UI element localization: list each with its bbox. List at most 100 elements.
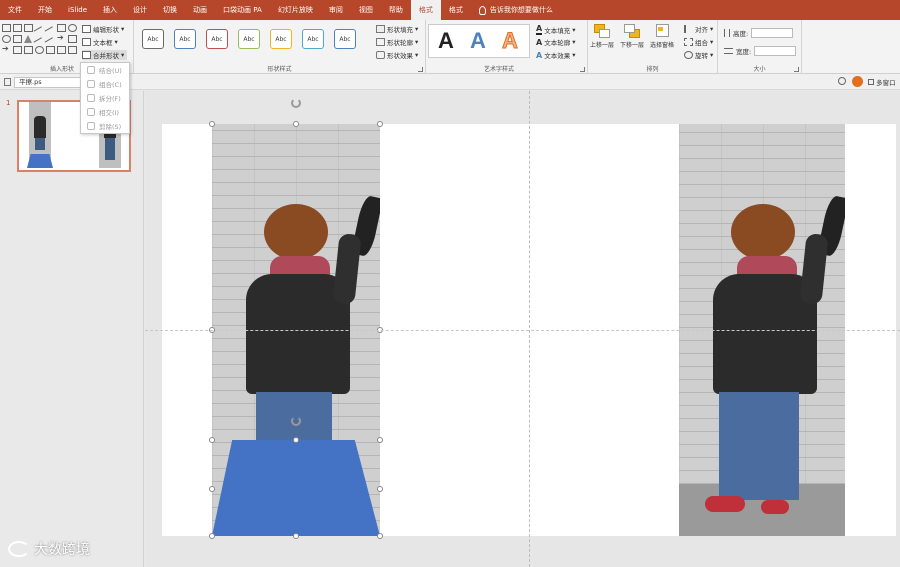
resize-handle[interactable] <box>377 533 383 539</box>
line-shape-icon[interactable] <box>44 26 57 38</box>
merge-menu-item-2[interactable]: 组合(C) <box>81 77 129 91</box>
tab-11[interactable]: 帮助 <box>381 0 411 20</box>
tab-3[interactable]: 插入 <box>95 0 125 20</box>
align-button[interactable]: 对齐 ▾ <box>684 24 713 34</box>
selection-pane-button[interactable]: 选择窗格 <box>650 24 674 49</box>
resize-handle[interactable] <box>377 437 383 443</box>
oval-shape-icon[interactable] <box>68 24 77 32</box>
group-label-arrange: 排列 <box>646 66 659 73</box>
shape-outline-button[interactable]: 形状轮廓 ▾ <box>376 37 418 47</box>
settings-gear-icon[interactable] <box>852 76 863 87</box>
multi-window-button[interactable]: 多窗口 <box>868 77 896 87</box>
merge-menu-label: 剪除(S) <box>99 123 122 131</box>
tab-5[interactable]: 切换 <box>155 0 185 20</box>
dialog-launcher-icon[interactable] <box>580 67 585 72</box>
dialog-launcher-icon[interactable] <box>794 67 799 72</box>
child-hair <box>731 204 795 260</box>
textbox-shape-icon[interactable] <box>13 24 22 32</box>
send-backward-label: 下移一层 <box>620 42 645 49</box>
text-fill-button[interactable]: A 文本填充 ▾ <box>536 24 575 35</box>
shape-style-preset-7[interactable]: Abc <box>334 29 356 49</box>
shape-fill-label: 形状填充 <box>387 26 413 34</box>
merge-option-icon <box>87 122 95 130</box>
merge-shapes-button[interactable]: 合并形状 ▾ <box>82 50 128 60</box>
resize-handle[interactable] <box>293 437 299 443</box>
search-icon[interactable] <box>838 77 846 85</box>
rectangle-shape-icon[interactable] <box>57 24 66 32</box>
resize-handle[interactable] <box>293 533 299 539</box>
shape-fill-button[interactable]: 形状填充 ▾ <box>376 24 418 34</box>
trapezoid-shape[interactable] <box>212 440 380 536</box>
rotate-handle-icon[interactable] <box>291 416 301 426</box>
shape-style-preset-1[interactable]: Abc <box>142 29 164 49</box>
wordart-style-orange[interactable]: A <box>496 26 524 56</box>
selector-dropdown[interactable]: 平擦.ps <box>14 77 84 88</box>
shape-effects-button[interactable]: 形状效果 ▾ <box>376 50 418 60</box>
shape-gallery[interactable] <box>2 24 77 56</box>
tab-6[interactable]: 动画 <box>185 0 215 20</box>
resize-handle[interactable] <box>377 121 383 127</box>
doc-icon <box>4 78 11 86</box>
shape-style-preset-4[interactable]: Abc <box>238 29 260 49</box>
tab-8[interactable]: 幻灯片放映 <box>270 0 321 20</box>
merge-menu-item-4[interactable]: 相交(I) <box>81 105 129 119</box>
send-backward-button[interactable]: 下移一层 <box>620 24 644 49</box>
send-backward-icon <box>624 24 640 38</box>
triangle-shape-icon[interactable] <box>24 35 32 43</box>
oval-shape-icon[interactable] <box>2 35 11 43</box>
tab-7[interactable]: 口袋动画 PA <box>215 0 270 20</box>
shape-style-preset-6[interactable]: Abc <box>302 29 324 49</box>
rectangle-shape-icon[interactable] <box>24 46 33 54</box>
rectangle-shape-icon[interactable] <box>13 46 22 54</box>
shape-style-preset-3[interactable]: Abc <box>206 29 228 49</box>
edit-shape-label: 编辑形状 <box>93 26 119 34</box>
tab-13[interactable]: 格式 <box>441 0 471 20</box>
dialog-launcher-icon[interactable] <box>418 67 423 72</box>
resize-handle[interactable] <box>293 121 299 127</box>
line-shape-icon[interactable] <box>33 26 46 38</box>
merge-menu-item-1[interactable]: 结合(U) <box>81 63 129 77</box>
resize-handle[interactable] <box>209 533 215 539</box>
rectangle-shape-icon[interactable] <box>24 24 33 32</box>
tab-1[interactable]: 开始 <box>30 0 60 20</box>
width-input[interactable] <box>754 46 797 56</box>
rectangle-shape-icon[interactable] <box>13 35 22 43</box>
bring-forward-button[interactable]: 上移一层 <box>590 24 614 49</box>
merge-option-icon <box>87 66 95 74</box>
height-input[interactable] <box>751 28 794 38</box>
tab-4[interactable]: 设计 <box>125 0 155 20</box>
shape-style-preset-2[interactable]: Abc <box>174 29 196 49</box>
vertical-guide[interactable] <box>529 91 530 567</box>
merge-menu-item-3[interactable]: 拆分(F) <box>81 91 129 105</box>
tab-0[interactable]: 文件 <box>0 0 30 20</box>
tab-12[interactable]: 格式 <box>410 0 441 20</box>
horizontal-guide[interactable] <box>145 330 900 331</box>
rotate-handle-icon[interactable] <box>291 98 301 108</box>
arrow-shape-icon[interactable] <box>57 33 66 43</box>
rectangle-shape-icon[interactable] <box>57 46 66 54</box>
rectangle-shape-icon[interactable] <box>2 24 11 32</box>
merge-menu-item-5[interactable]: 剪除(S) <box>81 119 129 133</box>
child-hair <box>264 204 328 260</box>
resize-handle[interactable] <box>377 486 383 492</box>
shape-style-preset-5[interactable]: Abc <box>270 29 292 49</box>
text-outline-label: 文本轮廓 <box>544 39 571 47</box>
resize-handle[interactable] <box>209 486 215 492</box>
edit-shape-button[interactable]: 编辑形状 ▾ <box>82 24 124 34</box>
tab-2[interactable]: iSlide <box>60 0 95 20</box>
rectangle-shape-icon[interactable] <box>68 35 77 43</box>
text-outline-button[interactable]: A 文本轮廓 ▾ <box>536 37 575 48</box>
more-shapes-icon[interactable] <box>68 46 77 54</box>
tab-10[interactable]: 视图 <box>351 0 381 20</box>
wordart-style-plain[interactable]: A <box>432 26 460 56</box>
tab-9[interactable]: 审阅 <box>321 0 351 20</box>
resize-handle[interactable] <box>209 121 215 127</box>
rotate-button[interactable]: 旋转 ▾ <box>684 50 713 60</box>
arrow-shape-icon[interactable] <box>2 44 11 54</box>
text-effects-button[interactable]: A 文本效果 ▾ <box>536 50 575 61</box>
text-box-button[interactable]: 文本框 ▾ <box>82 37 118 47</box>
wordart-style-blue[interactable]: A <box>464 26 492 56</box>
resize-handle[interactable] <box>209 437 215 443</box>
tell-me-search[interactable]: 告诉我你想要做什么 <box>478 5 553 15</box>
group-button[interactable]: 组合 ▾ <box>684 37 713 47</box>
